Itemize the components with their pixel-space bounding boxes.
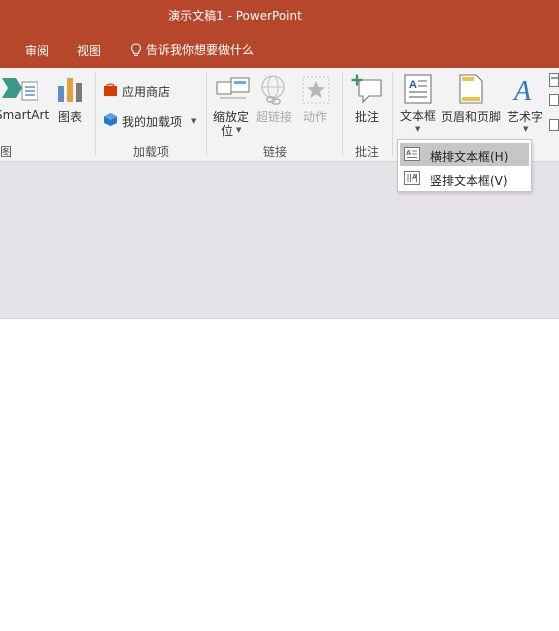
group-label-addins: 加载项 bbox=[133, 145, 170, 159]
group-label-comments: 批注 bbox=[355, 145, 380, 159]
chevron-down-icon: ▼ bbox=[191, 117, 197, 125]
my-addins-label: 我的加载项 bbox=[122, 115, 183, 129]
group-label-illustrations: 图 bbox=[0, 145, 13, 159]
new-comment-icon bbox=[351, 74, 382, 104]
zoom-label-line2: 位 bbox=[221, 124, 234, 138]
slide-number-icon[interactable] bbox=[549, 94, 559, 106]
hyperlink-globe-icon bbox=[261, 75, 285, 105]
menu-item-horizontal-textbox[interactable]: A 横排文本框(H) bbox=[400, 143, 529, 166]
wordart-icon: A bbox=[512, 76, 532, 104]
menu-item-label: 竖排文本框(V) bbox=[430, 174, 508, 188]
smartart-icon bbox=[2, 78, 38, 101]
smartart-label: SmartArt bbox=[0, 108, 50, 122]
horizontal-textbox-icon: A bbox=[404, 147, 420, 161]
menu-item-label: 横排文本框(H) bbox=[430, 150, 509, 164]
addins-cube-icon bbox=[104, 113, 117, 126]
group-label-links: 链接 bbox=[263, 145, 288, 159]
textbox-label: 文本框 bbox=[400, 109, 437, 123]
tell-me-search[interactable]: 告诉我你想要做什么 bbox=[130, 41, 254, 58]
bar-chart-icon bbox=[58, 78, 82, 102]
textbox-icon: A bbox=[404, 74, 432, 104]
powerpoint-window: 演示文稿1 - PowerPoint 审阅 视图 告诉我你想要做什么 Smart… bbox=[0, 0, 559, 631]
svg-text:A: A bbox=[512, 76, 532, 104]
comment-label: 批注 bbox=[355, 110, 380, 124]
menu-item-vertical-textbox[interactable]: A 竖排文本框(V) bbox=[400, 167, 529, 190]
lightbulb-icon bbox=[130, 42, 142, 56]
header-footer-label: 页眉和页脚 bbox=[441, 110, 502, 124]
chart-label: 图表 bbox=[58, 110, 83, 124]
store-bag-icon bbox=[104, 83, 117, 96]
zoom-slide-icon bbox=[216, 77, 250, 99]
hyperlink-label: 超链接 bbox=[256, 110, 293, 124]
group-separator bbox=[342, 72, 343, 156]
document-title: 演示文稿1 - PowerPoint bbox=[168, 9, 302, 23]
action-star-icon bbox=[302, 76, 330, 104]
title-bar: 演示文稿1 - PowerPoint bbox=[0, 0, 559, 30]
tab-review[interactable]: 审阅 bbox=[25, 42, 49, 59]
svg-text:A: A bbox=[409, 79, 417, 91]
tell-me-text: 告诉我你想要做什么 bbox=[146, 43, 255, 57]
group-separator bbox=[95, 72, 96, 156]
tab-view[interactable]: 视图 bbox=[77, 42, 101, 59]
chevron-down-icon: ▼ bbox=[523, 125, 529, 133]
object-icon[interactable] bbox=[549, 119, 559, 131]
textbox-dropdown-menu: A 横排文本框(H) A 竖排文本框(V) bbox=[397, 139, 532, 192]
chevron-down-icon: ▼ bbox=[236, 126, 242, 134]
date-time-icon[interactable] bbox=[549, 73, 559, 87]
chevron-down-icon: ▼ bbox=[415, 125, 421, 133]
ribbon-tab-row: 审阅 视图 告诉我你想要做什么 bbox=[0, 30, 559, 68]
group-separator bbox=[392, 72, 393, 156]
wordart-label: 艺术字 bbox=[507, 110, 544, 124]
svg-text:A: A bbox=[406, 150, 411, 157]
header-footer-icon bbox=[459, 74, 483, 104]
action-label: 动作 bbox=[303, 110, 328, 124]
group-separator bbox=[206, 72, 207, 156]
slide-canvas[interactable] bbox=[0, 318, 559, 631]
store-label: 应用商店 bbox=[122, 85, 171, 99]
vertical-textbox-icon: A bbox=[404, 171, 420, 185]
